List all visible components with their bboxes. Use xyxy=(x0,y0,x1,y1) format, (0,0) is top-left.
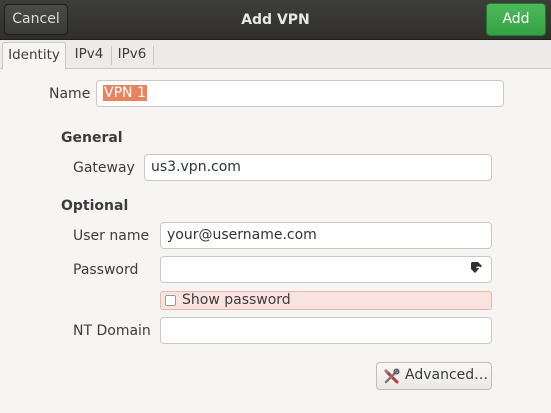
optional-heading: Optional xyxy=(61,198,129,214)
svg-text:?: ? xyxy=(476,265,481,276)
tools-icon xyxy=(384,368,400,384)
dialog-title: Add VPN xyxy=(241,12,310,28)
username-field[interactable]: your@username.com xyxy=(160,222,492,249)
gateway-field[interactable]: us3.vpn.com xyxy=(144,154,492,181)
tab-separator xyxy=(153,46,154,65)
name-label: Name xyxy=(49,86,91,102)
name-field[interactable]: VPN 1 xyxy=(96,80,504,107)
advanced-button[interactable]: Advanced… xyxy=(376,362,492,390)
password-label: Password xyxy=(73,262,139,278)
nt-domain-label: NT Domain xyxy=(73,323,151,339)
password-hint-icon[interactable]: ? xyxy=(471,262,486,277)
advanced-label: Advanced… xyxy=(405,367,489,383)
add-button[interactable]: Add xyxy=(486,3,546,36)
password-field[interactable]: ? xyxy=(160,256,492,283)
tab-bar: Identity IPv4 IPv6 xyxy=(0,40,551,70)
username-label: User name xyxy=(73,228,150,244)
name-value: VPN 1 xyxy=(103,85,147,101)
show-password-label[interactable]: Show password xyxy=(182,292,291,308)
general-heading: General xyxy=(61,130,123,146)
username-value: your@username.com xyxy=(167,227,317,243)
header-bar: Cancel Add VPN Add xyxy=(0,0,551,40)
tab-identity[interactable]: Identity xyxy=(2,42,66,70)
tab-ipv4[interactable]: IPv4 xyxy=(69,42,109,69)
gateway-value: us3.vpn.com xyxy=(151,159,241,175)
tab-ipv6[interactable]: IPv6 xyxy=(112,42,152,69)
gateway-label: Gateway xyxy=(73,160,135,176)
show-password-checkbox[interactable] xyxy=(165,295,176,306)
nt-domain-field[interactable] xyxy=(160,317,492,344)
